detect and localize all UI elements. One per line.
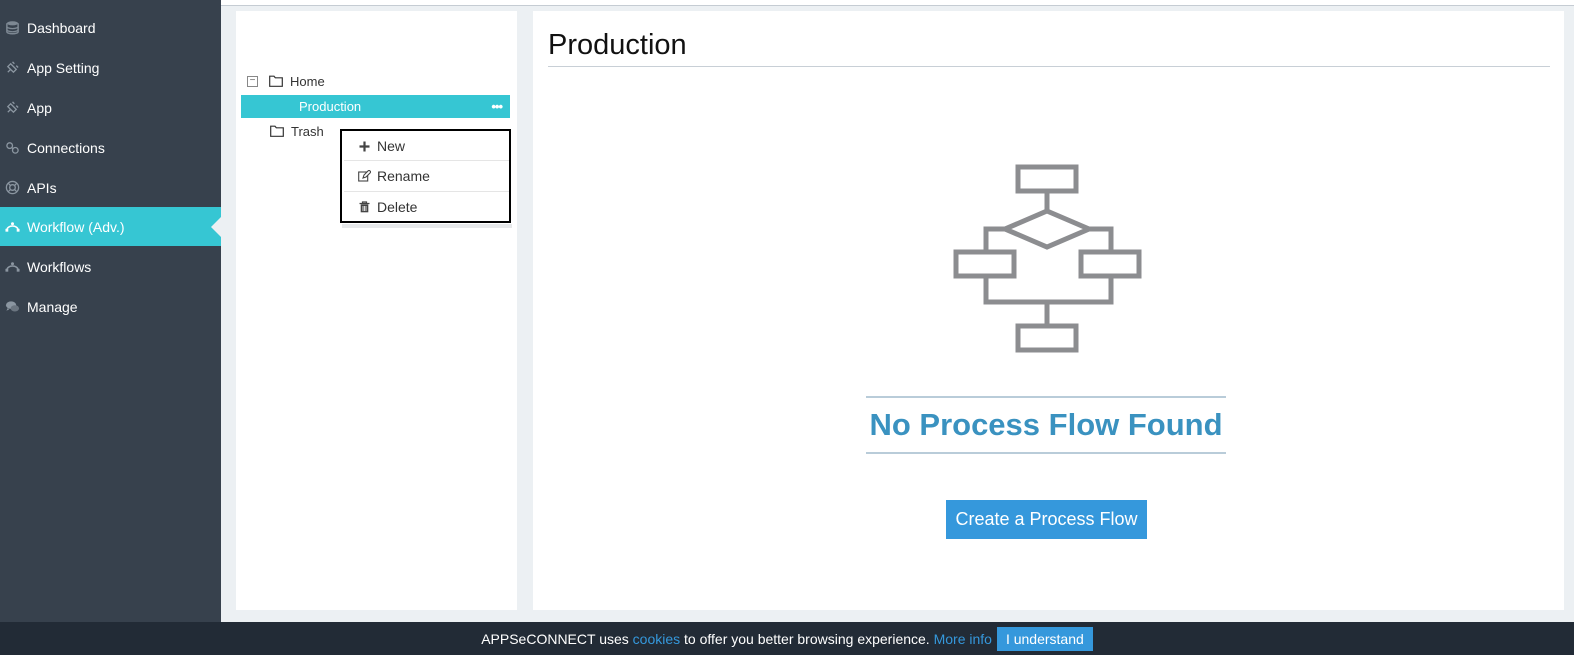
sidebar-item-app[interactable]: App	[0, 88, 221, 127]
sidebar-item-label: APIs	[27, 179, 57, 196]
title-divider	[548, 66, 1550, 67]
empty-title-rule-bottom	[866, 452, 1226, 454]
plug-icon	[4, 60, 20, 76]
trash-icon	[357, 201, 371, 213]
empty-state-title: No Process Flow Found	[869, 407, 1223, 442]
flowchart-icon	[953, 164, 1142, 353]
sidebar-item-label: Manage	[27, 298, 78, 315]
sidebar-item-label: Workflows	[27, 258, 92, 275]
context-menu: New Rename Delete	[340, 129, 511, 223]
folder-icon	[270, 125, 284, 137]
menu-item-new[interactable]: New	[344, 131, 509, 161]
chat-icon	[4, 299, 20, 315]
sidebar-item-label: App Setting	[27, 59, 100, 76]
more-options-icon[interactable]: •••	[491, 99, 503, 114]
sidebar-item-workflows[interactable]: Workflows	[0, 247, 221, 286]
sidebar-item-label: App	[27, 99, 52, 116]
create-process-flow-button[interactable]: Create a Process Flow	[946, 500, 1147, 539]
sidebar-item-connections[interactable]: Connections	[0, 128, 221, 167]
folder-tree-panel: − Home Production ••• Trash	[236, 11, 517, 610]
menu-item-label: Delete	[377, 199, 418, 215]
sidebar: Dashboard App Setting App Connections AP…	[0, 0, 221, 622]
tree-node-home[interactable]: − Home	[247, 70, 325, 92]
tree-node-label: Home	[290, 73, 325, 89]
tree-node-production[interactable]: Production •••	[241, 95, 510, 123]
edit-icon	[357, 170, 371, 182]
context-menu-shadow	[342, 224, 512, 228]
plus-icon	[357, 141, 371, 152]
top-bar	[221, 0, 1574, 6]
cookie-text: APPSeCONNECT uses	[481, 630, 629, 647]
workflow-icon	[4, 259, 20, 275]
link-icon	[4, 140, 20, 156]
empty-title-rule-top	[866, 396, 1226, 398]
folder-icon	[269, 75, 283, 87]
database-icon	[4, 20, 20, 36]
tree-node-label: Trash	[291, 123, 324, 139]
sidebar-item-manage[interactable]: Manage	[0, 287, 221, 326]
tree-node-label: Production	[299, 99, 362, 114]
sidebar-item-dashboard[interactable]: Dashboard	[0, 8, 221, 47]
menu-item-label: New	[377, 138, 406, 154]
sidebar-item-label: Connections	[27, 139, 105, 156]
collapse-icon[interactable]: −	[247, 75, 258, 87]
sidebar-item-label: Workflow (Adv.)	[27, 218, 125, 235]
sidebar-item-workflow-adv[interactable]: Workflow (Adv.)	[0, 207, 221, 246]
sidebar-item-label: Dashboard	[27, 19, 96, 36]
cookies-link[interactable]: cookies	[633, 631, 680, 647]
main-content-panel: Production No Process Flow Found Create …	[533, 11, 1564, 610]
menu-item-label: Rename	[377, 168, 430, 184]
workflow-icon	[4, 219, 20, 235]
sidebar-item-app-setting[interactable]: App Setting	[0, 48, 221, 87]
tree-node-trash[interactable]: Trash	[270, 120, 324, 142]
plug-icon	[4, 100, 20, 116]
lifebuoy-icon	[4, 180, 20, 196]
menu-item-rename[interactable]: Rename	[344, 161, 509, 191]
menu-item-delete[interactable]: Delete	[344, 192, 509, 222]
sidebar-item-apis[interactable]: APIs	[0, 168, 221, 207]
cookie-consent-bar: APPSeCONNECT uses cookies to offer you b…	[0, 622, 1574, 655]
cookie-text: to offer you better browsing experience.	[684, 630, 930, 647]
more-info-link[interactable]: More info	[934, 631, 992, 647]
page-title: Production	[548, 29, 687, 61]
accept-cookies-button[interactable]: I understand	[996, 626, 1093, 651]
